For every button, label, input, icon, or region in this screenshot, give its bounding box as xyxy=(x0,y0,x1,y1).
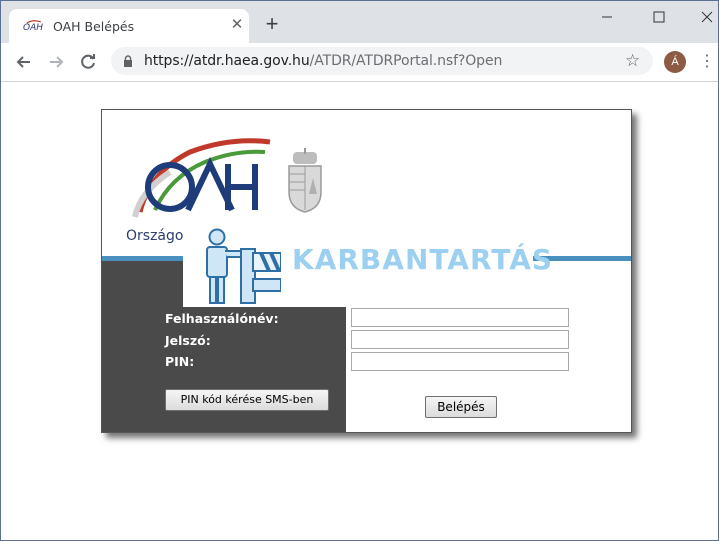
login-button[interactable]: Belépés xyxy=(425,396,497,418)
oah-logo-icon xyxy=(132,138,271,218)
reload-icon xyxy=(81,54,95,69)
maintenance-text: KARBANTARTÁS xyxy=(292,243,554,276)
new-tab-button[interactable]: + xyxy=(263,13,281,35)
tab-close-icon[interactable]: ✕ xyxy=(229,17,245,33)
username-input[interactable] xyxy=(351,308,569,327)
sms-pin-button[interactable]: PIN kód kérése SMS-ben xyxy=(165,389,329,411)
url-text: https://atdr.haea.gov.hu/ATDR/ATDRPortal… xyxy=(144,53,502,69)
reload-button[interactable] xyxy=(78,52,98,72)
menu-kebab-icon[interactable]: ⋮ xyxy=(699,52,715,72)
password-input[interactable] xyxy=(351,330,569,349)
url-host: https://atdr.haea.gov.hu xyxy=(144,53,310,69)
tab-strip: OAH OAH Belépés ✕ + xyxy=(1,1,718,43)
close-icon xyxy=(701,11,713,23)
maintenance-banner: KARBANTARTÁS xyxy=(183,221,631,307)
minimize-button[interactable] xyxy=(584,3,629,31)
organization-name: Országos xyxy=(126,228,191,244)
close-window-button[interactable] xyxy=(685,3,719,31)
maximize-button[interactable] xyxy=(636,3,681,31)
maintenance-worker-icon xyxy=(206,228,281,304)
forward-arrow-icon xyxy=(50,56,64,68)
pin-label: PIN: xyxy=(165,354,195,369)
browser-window: OAH OAH Belépés ✕ + https://atdr.haea.go… xyxy=(0,0,719,541)
url-path: /ATDR/ATDRPortal.nsf?Open xyxy=(309,53,503,69)
back-arrow-icon xyxy=(16,56,30,68)
maintenance-divider xyxy=(561,256,631,261)
hungarian-coat-of-arms-icon xyxy=(288,148,322,213)
browser-tab[interactable]: OAH OAH Belépés ✕ xyxy=(9,9,249,43)
password-label: Jelszó: xyxy=(165,333,211,348)
minimize-icon xyxy=(602,16,612,18)
browser-toolbar: https://atdr.haea.gov.hu/ATDR/ATDRPortal… xyxy=(1,43,718,82)
profile-avatar[interactable]: Á xyxy=(664,51,686,73)
back-button[interactable] xyxy=(14,52,34,72)
pin-input[interactable] xyxy=(351,352,569,371)
bookmark-star-icon[interactable]: ☆ xyxy=(625,51,640,71)
oah-favicon-icon: OAH xyxy=(23,20,43,32)
tab-title: OAH Belépés xyxy=(53,19,135,34)
address-bar[interactable]: https://atdr.haea.gov.hu/ATDR/ATDRPortal… xyxy=(111,47,653,75)
svg-text:OAH: OAH xyxy=(23,23,43,32)
username-label: Felhasználónév: xyxy=(165,311,279,326)
forward-button[interactable] xyxy=(46,52,66,72)
lock-icon xyxy=(124,55,132,67)
maximize-icon xyxy=(653,11,665,23)
